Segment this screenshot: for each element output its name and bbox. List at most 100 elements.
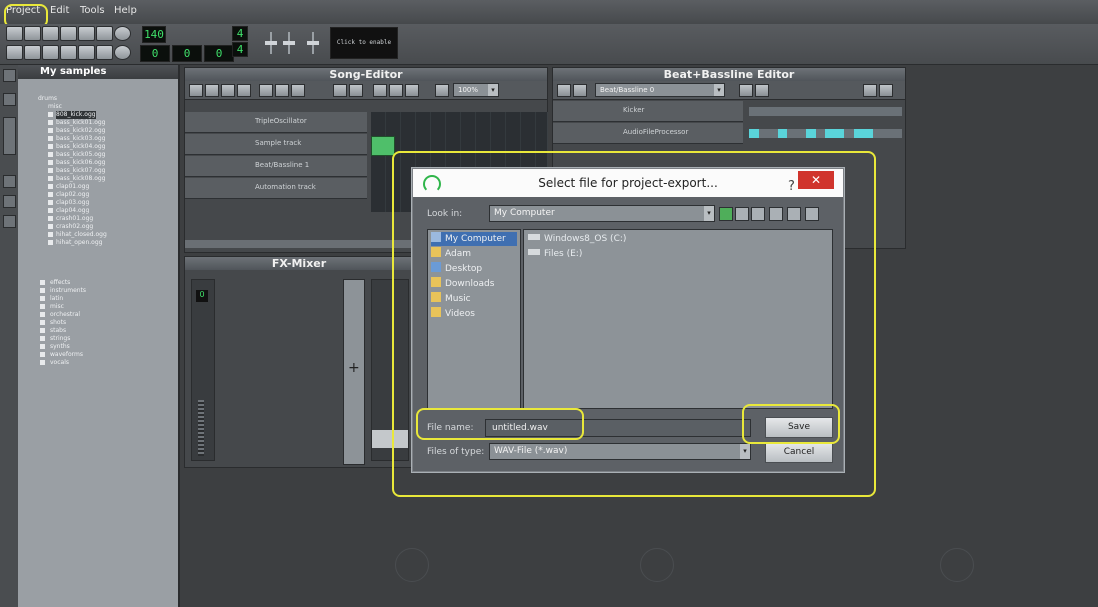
song-clip[interactable] (371, 136, 395, 156)
sample-folder-item[interactable]: strings (50, 335, 70, 343)
master-pan-slider[interactable] (307, 32, 319, 54)
song-editor-icon[interactable] (6, 45, 23, 60)
tab-my-projects[interactable] (3, 93, 16, 106)
controller-rack-icon[interactable] (96, 45, 113, 60)
step-pad[interactable] (777, 107, 788, 116)
sample-file-item[interactable]: clap02.ogg (56, 191, 89, 199)
sample-file-item[interactable]: bass_kick08.ogg (56, 175, 105, 183)
add-automation-track-icon[interactable] (291, 84, 305, 97)
step-pad[interactable] (806, 129, 816, 138)
menu-tools[interactable]: Tools (80, 5, 105, 16)
save-project-icon[interactable] (78, 26, 95, 41)
edit-mode-icon[interactable] (349, 84, 363, 97)
bb-stop-icon[interactable] (573, 84, 587, 97)
sample-folder-item[interactable]: misc (50, 303, 64, 311)
step-pad[interactable] (796, 129, 807, 138)
sample-file-item[interactable]: hihat_open.ogg (56, 239, 102, 247)
step-pad[interactable] (777, 129, 788, 138)
step-pad[interactable] (787, 107, 797, 116)
master-pitch-slider[interactable] (283, 32, 295, 54)
step-pad[interactable] (853, 129, 864, 138)
step-pad[interactable] (749, 129, 759, 138)
whats-this-icon[interactable] (114, 26, 131, 41)
step-pad[interactable] (749, 107, 759, 116)
sample-file-item[interactable]: bass_kick01.ogg (56, 119, 105, 127)
step-pad[interactable] (806, 107, 816, 116)
tempo-display[interactable]: 140 (142, 26, 166, 43)
add-channel-button[interactable]: + (343, 279, 365, 465)
loop-points-icon[interactable] (389, 84, 403, 97)
step-pad[interactable] (834, 129, 845, 138)
add-sample-track-icon[interactable] (275, 84, 289, 97)
sample-file-item[interactable]: clap04.ogg (56, 207, 89, 215)
tab-my-presets[interactable] (3, 175, 16, 188)
remove-steps-icon[interactable] (755, 84, 769, 97)
zoom-combo[interactable]: 100% ▾ (453, 83, 499, 97)
master-volume-slider[interactable] (265, 32, 277, 54)
step-pad[interactable] (796, 107, 807, 116)
export-icon[interactable] (96, 26, 113, 41)
sample-file-item[interactable]: bass_kick06.ogg (56, 159, 105, 167)
step-pad[interactable] (882, 107, 892, 116)
recent-project-icon[interactable] (60, 26, 77, 41)
autoscroll-icon[interactable] (373, 84, 387, 97)
sample-file-item[interactable]: bass_kick07.ogg (56, 167, 105, 175)
song-track[interactable]: Automation track (185, 178, 367, 199)
step-pad[interactable] (844, 129, 854, 138)
step-pad[interactable] (825, 129, 835, 138)
sample-folder-item[interactable]: stabs (50, 327, 66, 335)
new-project-icon[interactable] (6, 26, 23, 41)
sample-file-item[interactable]: bass_kick05.ogg (56, 151, 105, 159)
sample-folder-item[interactable]: latin (50, 295, 63, 303)
step-pad[interactable] (872, 107, 883, 116)
step-pad[interactable] (787, 129, 797, 138)
step-pad[interactable] (758, 129, 769, 138)
time-sig-bottom[interactable]: 4 (232, 42, 248, 57)
sample-file-item[interactable]: bass_kick04.ogg (56, 143, 105, 151)
sample-file-item[interactable]: crash01.ogg (56, 215, 93, 223)
sample-folder-item[interactable]: shots (50, 319, 66, 327)
stop-behaviour-icon[interactable] (405, 84, 419, 97)
piano-roll-icon[interactable] (42, 45, 59, 60)
step-pad[interactable] (863, 107, 873, 116)
stop-icon[interactable] (237, 84, 251, 97)
template-icon[interactable] (24, 26, 41, 41)
song-track[interactable]: Beat/Bassline 1 (185, 156, 367, 177)
open-project-icon[interactable] (42, 26, 59, 41)
record-icon[interactable] (205, 84, 219, 97)
bb-selector[interactable]: Beat/Bassline 0 ▾ (595, 83, 725, 97)
beat-editor-icon[interactable] (24, 45, 41, 60)
step-pad[interactable] (882, 129, 892, 138)
draw-mode-icon[interactable] (333, 84, 347, 97)
sample-file-item[interactable]: hihat_closed.ogg (56, 231, 107, 239)
time-sig-top[interactable]: 4 (232, 26, 248, 41)
step-pad[interactable] (891, 129, 902, 138)
step-pad[interactable] (815, 129, 826, 138)
fx-mixer-icon[interactable] (78, 45, 95, 60)
step-pad[interactable] (891, 107, 902, 116)
cpu-graph[interactable]: Click to enable (330, 27, 398, 59)
step-pad[interactable] (872, 129, 883, 138)
master-channel-strip[interactable]: 0 (191, 279, 215, 461)
master-fader[interactable] (198, 400, 204, 456)
add-automation-icon[interactable] (879, 84, 893, 97)
step-pad[interactable] (758, 107, 769, 116)
step-pad[interactable] (853, 107, 864, 116)
record-play-icon[interactable] (221, 84, 235, 97)
step-pad[interactable] (815, 107, 826, 116)
play-icon[interactable] (189, 84, 203, 97)
project-notes-icon[interactable] (114, 45, 131, 60)
step-pad[interactable] (768, 129, 778, 138)
sample-folder-item[interactable]: synths (50, 343, 70, 351)
sample-file-item[interactable]: clap01.ogg (56, 183, 89, 191)
add-track-icon[interactable] (863, 84, 877, 97)
tab-instruments[interactable] (3, 69, 16, 82)
automation-editor-icon[interactable] (60, 45, 77, 60)
browser-folder[interactable]: drums (38, 95, 57, 103)
sample-file-item[interactable]: bass_kick03.ogg (56, 135, 105, 143)
step-pad[interactable] (825, 107, 835, 116)
sample-folder-item[interactable]: instruments (50, 287, 86, 295)
sample-folder-item[interactable]: waveforms (50, 351, 83, 359)
sample-folder-item[interactable]: orchestral (50, 311, 80, 319)
bb-track[interactable]: Kicker (553, 101, 743, 122)
